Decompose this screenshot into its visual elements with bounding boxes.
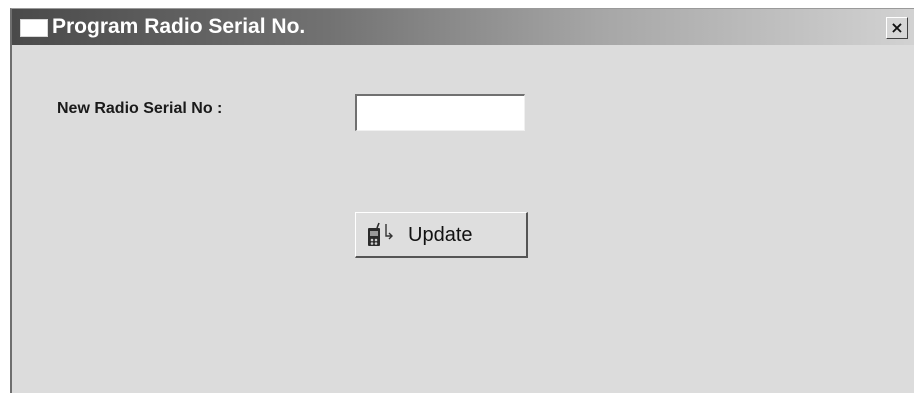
- window-icon: [20, 19, 48, 37]
- window-title: Program Radio Serial No.: [52, 15, 306, 38]
- close-button[interactable]: ×: [886, 17, 908, 39]
- serial-number-input[interactable]: [355, 94, 525, 131]
- title-bar[interactable]: Program Radio Serial No. ×: [12, 9, 914, 45]
- program-radio-serial-dialog: Program Radio Serial No. × New Radio Ser…: [10, 8, 914, 393]
- update-button[interactable]: Update: [355, 212, 528, 258]
- radio-update-icon: [368, 222, 393, 246]
- update-button-label: Update: [408, 224, 473, 246]
- serial-number-label: New Radio Serial No :: [57, 100, 223, 117]
